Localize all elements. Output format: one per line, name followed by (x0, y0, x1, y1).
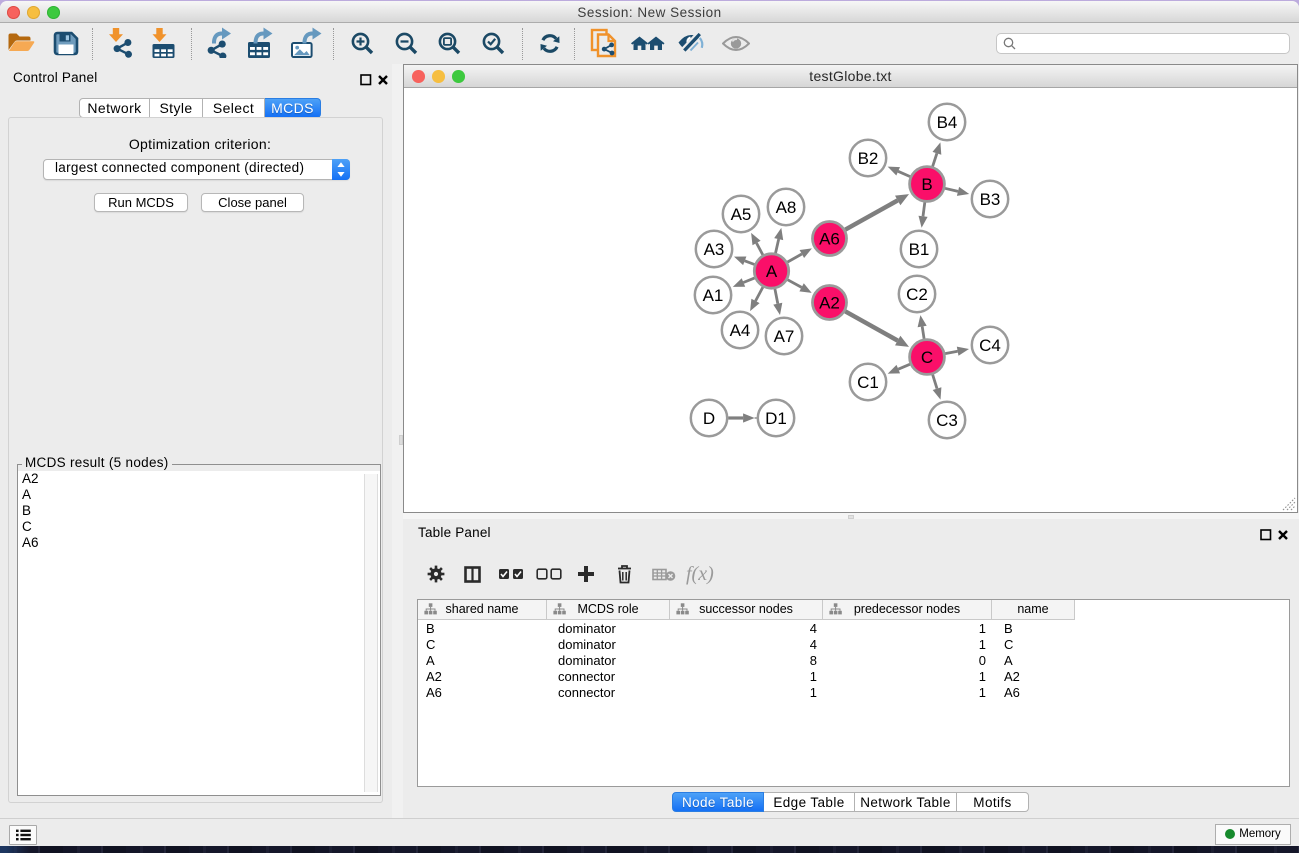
svg-text:B: B (921, 175, 932, 194)
svg-text:B1: B1 (909, 240, 930, 259)
svg-text:A3: A3 (704, 240, 725, 259)
svg-text:C2: C2 (906, 285, 928, 304)
svg-text:A: A (766, 262, 778, 281)
svg-text:C: C (921, 348, 933, 367)
svg-text:A2: A2 (819, 294, 840, 313)
svg-text:C4: C4 (979, 336, 1001, 355)
svg-text:D1: D1 (765, 409, 787, 428)
svg-text:B3: B3 (980, 190, 1001, 209)
svg-text:A4: A4 (730, 321, 751, 340)
svg-text:D: D (703, 409, 715, 428)
svg-text:A5: A5 (731, 205, 752, 224)
svg-text:A1: A1 (703, 286, 724, 305)
svg-text:B2: B2 (858, 149, 879, 168)
svg-text:A8: A8 (776, 198, 797, 217)
svg-text:C3: C3 (936, 411, 958, 430)
svg-text:C1: C1 (857, 373, 879, 392)
svg-text:B4: B4 (937, 113, 958, 132)
svg-text:A6: A6 (819, 230, 840, 249)
svg-text:A7: A7 (774, 327, 795, 346)
